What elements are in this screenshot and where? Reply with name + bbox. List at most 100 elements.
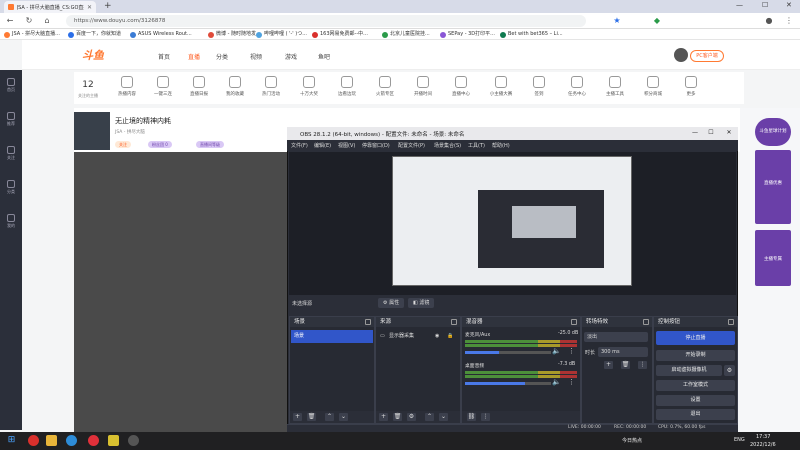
sidebar-item-home[interactable]: 首页 — [2, 76, 20, 94]
source-settings-icon[interactable]: ⚙ — [407, 413, 416, 421]
bookmark-item[interactable]: 百度一下，你就知道 — [68, 30, 121, 39]
menu-view[interactable]: 视图(V) — [338, 142, 355, 149]
action-item[interactable]: 十万大奖 — [292, 76, 326, 97]
undock-icon[interactable] — [365, 319, 371, 325]
menu-icon[interactable]: ⋮ — [784, 16, 794, 26]
streamer-avatar[interactable] — [74, 112, 110, 150]
home-icon[interactable]: ⌂ — [42, 16, 52, 26]
sidebar-item-mine[interactable]: 我的 — [2, 212, 20, 230]
visibility-eye-icon[interactable]: ◉ — [435, 330, 439, 342]
channel-menu-icon[interactable]: ⋮ — [568, 347, 575, 355]
pc-client-button[interactable]: PC客户端 — [690, 50, 724, 62]
action-item[interactable]: 更多 — [674, 76, 708, 97]
start-icon[interactable]: ⊞ — [6, 435, 17, 446]
language-indicator[interactable]: ENG — [734, 437, 745, 443]
virtual-camera-button[interactable]: 启动虚拟摄像机 — [656, 365, 722, 376]
clock-date[interactable]: 2022/12/6 — [750, 442, 776, 448]
action-item[interactable]: 签到 — [522, 76, 556, 97]
action-item[interactable]: 小主播大赛 — [484, 76, 518, 97]
bookmark-item[interactable]: SEPay - 3D打印平... — [440, 30, 495, 39]
menu-scene-collection[interactable]: 场景集合(S) — [434, 142, 461, 149]
studio-mode-button[interactable]: 工作室模式 — [656, 380, 735, 391]
channel-menu-icon[interactable]: ⋮ — [568, 378, 575, 386]
back-icon[interactable]: ← — [5, 16, 15, 26]
close-tab-icon[interactable]: ✕ — [87, 4, 92, 11]
bookmark-star-icon[interactable]: ★ — [612, 16, 622, 26]
menu-tools[interactable]: 工具(T) — [468, 142, 485, 149]
properties-button[interactable]: ⚙ 属性 — [378, 298, 405, 308]
action-item[interactable]: 一键三连 — [146, 76, 180, 97]
undock-icon[interactable] — [728, 319, 734, 325]
obs-close-icon[interactable]: ✕ — [724, 129, 734, 136]
scene-list-item[interactable]: 场景 — [291, 330, 373, 343]
action-item[interactable]: 热门活动 — [254, 76, 288, 97]
bookmark-item[interactable]: Bet with bet365 – Li... — [500, 30, 563, 39]
volume-slider[interactable] — [465, 382, 551, 385]
transition-menu-icon[interactable]: ⋮ — [638, 361, 647, 369]
source-list-item[interactable]: ▭ 显示器采集 ◉ 🔒 — [377, 330, 461, 342]
action-item[interactable]: 直播中心 — [444, 76, 478, 97]
stop-streaming-button[interactable]: 停止直播 — [656, 331, 735, 345]
add-scene-icon[interactable]: + — [293, 413, 302, 421]
bookmark-item[interactable]: JSA - 拼尽大脑直播... — [4, 30, 60, 39]
action-item[interactable]: 积分商城 — [636, 76, 670, 97]
follow-tag[interactable]: 关注 — [115, 141, 131, 148]
settings-button[interactable]: 设置 — [656, 395, 735, 406]
follow-label[interactable]: 关注的主播 — [74, 93, 102, 99]
virtual-camera-settings-icon[interactable]: ⚙ — [724, 365, 735, 376]
site-logo[interactable]: 斗鱼 — [82, 47, 104, 63]
speaker-icon[interactable]: 🔈 — [552, 378, 561, 386]
menu-profile[interactable]: 配置文件(P) — [398, 142, 425, 149]
app-icon-2[interactable] — [88, 435, 99, 446]
side-card[interactable]: 斗鱼星球计划 — [755, 118, 791, 146]
bookmark-item[interactable]: 微博 - 随时随地发... — [208, 30, 261, 39]
nav-video[interactable]: 视频 — [250, 52, 262, 61]
edge-icon[interactable] — [66, 435, 77, 446]
nav-home[interactable]: 首页 — [158, 52, 170, 61]
nav-live[interactable]: 直播 — [188, 52, 200, 61]
sidebar-item-follow[interactable]: 关注 — [2, 144, 20, 162]
action-item[interactable]: 主播工具 — [598, 76, 632, 97]
browser-tab[interactable]: JSA - 拼尽大脑直播_CS:GO直播 ✕ — [4, 1, 96, 13]
menu-docks[interactable]: 停靠窗口(D) — [362, 142, 390, 149]
action-item[interactable]: 直播日报 — [182, 76, 216, 97]
level-tag[interactable]: 直播间等级 — [196, 141, 224, 148]
video-player[interactable] — [74, 152, 290, 432]
file-explorer-icon[interactable] — [46, 435, 57, 446]
minimize-icon[interactable]: — — [736, 1, 743, 9]
menu-help[interactable]: 帮助(H) — [492, 142, 510, 149]
undock-icon[interactable] — [571, 319, 577, 325]
url-field[interactable]: https://www.douyu.com/3126878 — [66, 15, 586, 27]
action-item[interactable]: 火箭专区 — [368, 76, 402, 97]
nav-category[interactable]: 分类 — [216, 52, 228, 61]
maximize-icon[interactable]: ☐ — [762, 1, 768, 9]
mixer-menu-icon[interactable]: ⋮ — [481, 413, 490, 421]
refresh-icon[interactable]: ↻ — [24, 16, 34, 26]
action-item[interactable]: 边看边玩 — [330, 76, 364, 97]
speaker-icon[interactable]: 🔈 — [552, 347, 561, 355]
transition-select[interactable]: 淡出 — [584, 332, 648, 342]
undock-icon[interactable] — [451, 319, 457, 325]
clock-time[interactable]: 17:37 — [756, 434, 770, 440]
start-recording-button[interactable]: 开始录制 — [656, 350, 735, 361]
menu-edit[interactable]: 编辑(E) — [314, 142, 331, 149]
avatar[interactable] — [674, 48, 688, 62]
side-card[interactable]: 直播优惠 — [755, 150, 791, 224]
mixer-link-icon[interactable]: ⛓ — [467, 413, 476, 421]
bookmark-item[interactable]: 北京儿童医院挂... — [382, 30, 430, 39]
move-up-icon[interactable]: ⌃ — [425, 413, 434, 421]
bookmark-item[interactable]: ASUS Wireless Rout... — [130, 30, 192, 39]
nav-games[interactable]: 游戏 — [285, 52, 297, 61]
action-item[interactable]: 开播时间 — [406, 76, 440, 97]
new-tab-icon[interactable]: + — [104, 1, 112, 11]
nav-fishbar[interactable]: 鱼吧 — [318, 52, 330, 61]
action-item[interactable]: 我的收藏 — [218, 76, 252, 97]
duration-field[interactable]: 300 ms — [598, 347, 648, 357]
remove-scene-icon[interactable]: 🗑 — [307, 413, 316, 421]
action-item[interactable]: 热播内容 — [110, 76, 144, 97]
bookmark-item[interactable]: 哔哩哔哩 ( '-' )つ... — [256, 30, 307, 39]
bookmark-item[interactable]: 163网易免费邮--中... — [312, 30, 368, 39]
app-icon-1[interactable] — [28, 435, 39, 446]
weather-widget[interactable]: 今日热点 — [622, 437, 642, 444]
extension-icon[interactable]: ◆ — [652, 16, 662, 26]
